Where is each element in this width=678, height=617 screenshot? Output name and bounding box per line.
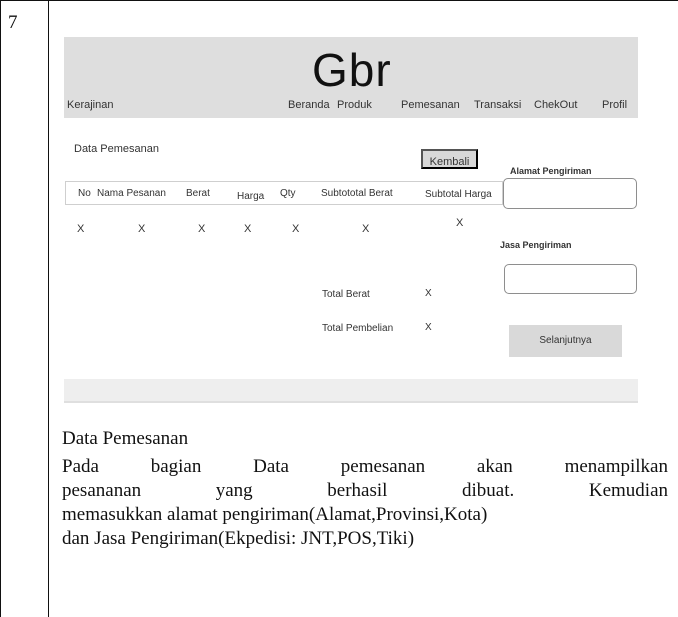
nav-beranda[interactable]: Beranda [288,99,337,111]
shipping-service-label: Jasa Pengiriman [500,240,572,250]
column-header-weight: Berat [186,188,210,199]
column-header-price: Harga [237,191,265,202]
main-navigation: Beranda Produk Pemesanan Transaksi ChekO… [288,99,638,111]
order-page-mockup: Gbr Kerajinan Beranda Produk Pemesanan T… [64,37,638,405]
site-logo: Gbr [312,44,392,96]
column-header-subtotal-price: Subtotal Harga [425,189,492,200]
shipping-address-label: Alamat Pengiriman [510,166,592,176]
nav-checkout[interactable]: ChekOut [534,99,602,111]
description-paragraph: Pada bagian Data pemesanan akan menampil… [62,455,668,551]
column-header-order-name: Nama Pesanan [97,188,166,199]
total-weight-value: X [425,288,432,299]
total-weight-label: Total Berat [322,289,370,300]
description-line: Pada bagian Data pemesanan akan menampil… [62,456,668,477]
row-number: 7 [8,12,18,33]
table-cell-quantity: X [292,223,300,235]
table-top-border [0,0,678,1]
site-header: Gbr Kerajinan Beranda Produk Pemesanan T… [64,37,638,118]
back-button[interactable]: Kembali [421,149,478,169]
shipping-address-input[interactable] [503,178,637,209]
table-cell-weight: X [198,223,206,235]
table-cell-subtotal-price: X [456,217,464,229]
order-data-title: Data Pemesanan [74,143,159,155]
table-cell-subtotal-weight: X [362,223,370,235]
order-table-header: No Nama Pesanan Berat Harga Qty Subtotot… [65,181,503,205]
nav-pemesanan[interactable]: Pemesanan [401,99,474,111]
column-header-subtotal-weight: Subtototal Berat [321,188,393,199]
nav-produk[interactable]: Produk [337,99,401,111]
nav-profil[interactable]: Profil [602,99,638,111]
table-cell-order-name: X [138,223,146,235]
site-footer [64,379,638,403]
total-purchase-value: X [425,322,432,333]
table-column-divider [48,0,49,617]
description-line: memasukkan alamat pengiriman(Alamat,Prov… [62,504,488,525]
column-header-quantity: Qty [280,188,296,199]
nav-transaksi[interactable]: Transaksi [474,99,534,111]
table-cell-no: X [77,223,85,235]
description-line: dan Jasa Pengiriman(Ekpedisi: JNT,POS,Ti… [62,528,415,549]
document-page: 7 Gbr Kerajinan Beranda Produk Pemesanan… [0,0,678,617]
description-line: pesananan yang berhasil dibuat. Kemudian [62,480,668,501]
shipping-service-input[interactable] [504,264,637,294]
column-header-no: No [78,188,91,199]
description-title: Data Pemesanan [62,428,189,449]
table-left-border [0,0,1,617]
table-cell-price: X [244,223,252,235]
brand-name: Kerajinan [67,99,114,111]
total-purchase-label: Total Pembelian [322,323,394,334]
next-button[interactable]: Selanjutnya [509,325,622,357]
